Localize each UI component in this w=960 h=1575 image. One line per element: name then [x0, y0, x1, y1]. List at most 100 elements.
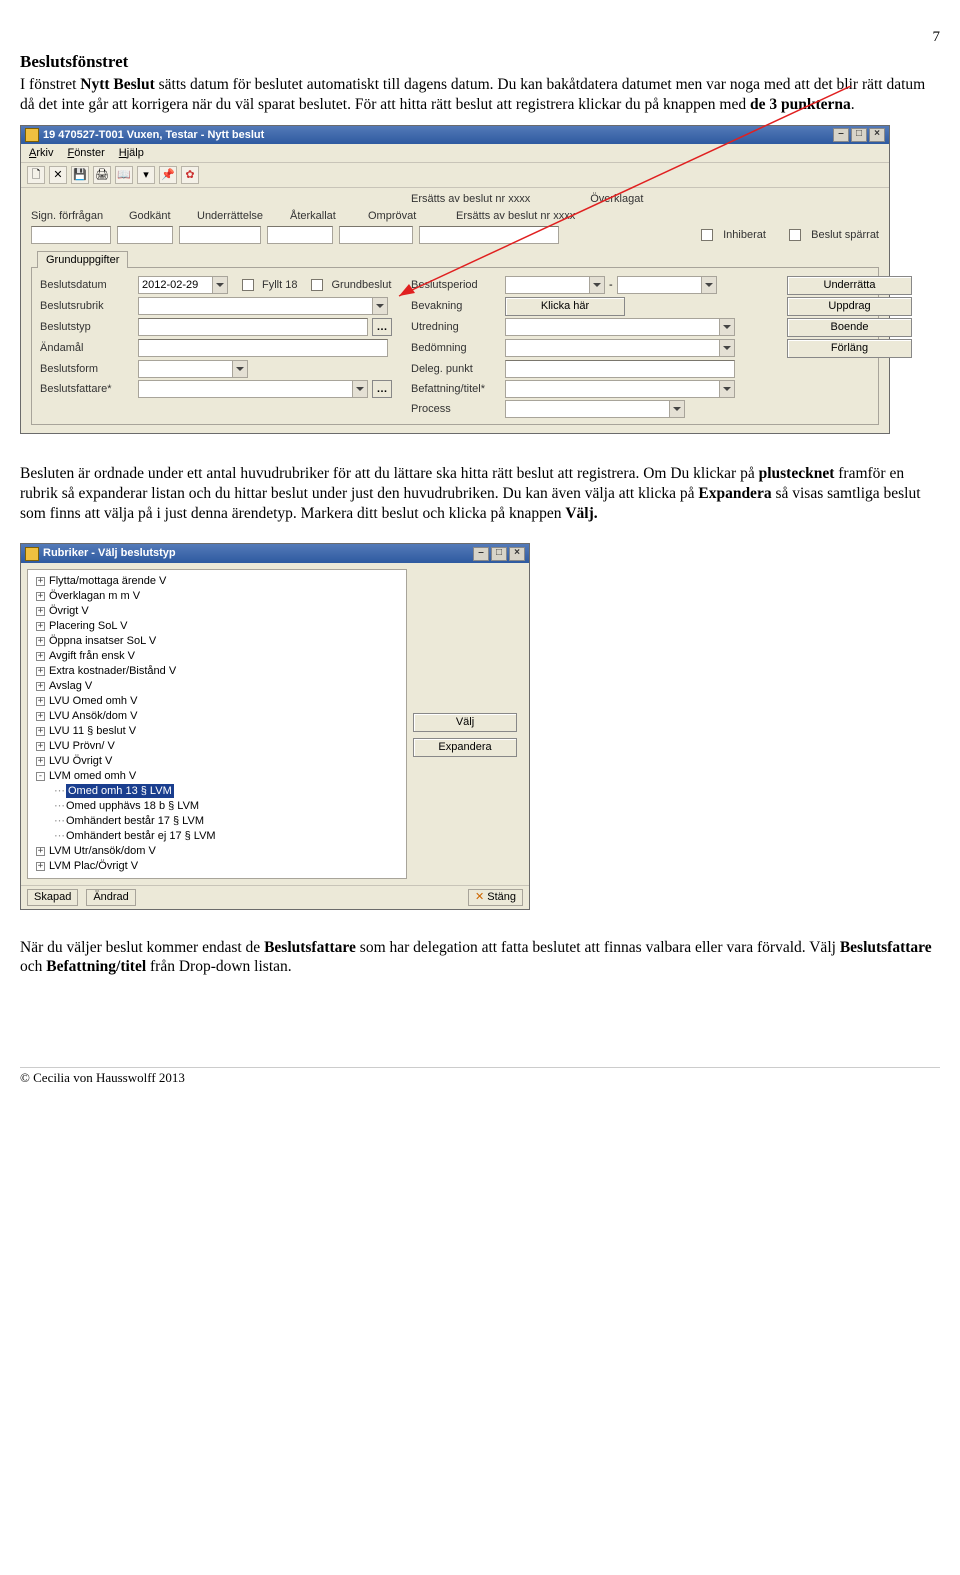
tree-node[interactable]: +Extra kostnader/Bistånd V — [34, 664, 400, 679]
input-process[interactable] — [505, 400, 685, 418]
tree-node[interactable]: +Avgift från ensk V — [34, 649, 400, 664]
lbl-beslutsfattare: Beslutsfattare* — [40, 382, 134, 396]
expand-icon[interactable]: + — [36, 847, 45, 856]
expand-icon[interactable]: + — [36, 712, 45, 721]
input-beslutsfattare[interactable] — [138, 380, 368, 398]
input-beslutstyp[interactable] — [138, 318, 368, 336]
toolbar-save-icon[interactable]: 💾 — [71, 166, 89, 184]
tree-node[interactable]: +LVU 11 § beslut V — [34, 724, 400, 739]
collapse-icon[interactable]: - — [36, 772, 45, 781]
input-andamal[interactable] — [138, 339, 388, 357]
tree-node[interactable]: +LVU Ansök/dom V — [34, 709, 400, 724]
val-beslutsdatum: 2012-02-29 — [139, 278, 212, 292]
tree-node[interactable]: +LVM Utr/ansök/dom V — [34, 844, 400, 859]
chk-inhiberat[interactable] — [701, 229, 713, 241]
lbl-beslutsperiod: Beslutsperiod — [411, 278, 501, 292]
input-aterkallat[interactable] — [267, 226, 333, 244]
p1-b2: de 3 punkterna — [750, 96, 851, 113]
expand-icon[interactable]: + — [36, 577, 45, 586]
expand-icon[interactable]: + — [36, 667, 45, 676]
input-omprovat[interactable] — [339, 226, 413, 244]
expand-icon[interactable]: + — [36, 592, 45, 601]
tree-node[interactable]: +LVU Övrigt V — [34, 754, 400, 769]
menu-arkiv[interactable]: Arkiv — [29, 146, 53, 160]
btn-stang[interactable]: ✕Stäng — [468, 889, 523, 906]
expand-icon[interactable]: + — [36, 652, 45, 661]
input-beslutsrubrik[interactable] — [138, 297, 388, 315]
maximize-button[interactable]: □ — [851, 128, 867, 142]
input-sign[interactable] — [31, 226, 111, 244]
input-godkant[interactable] — [117, 226, 173, 244]
btn-underratta[interactable]: Underrätta — [787, 276, 912, 295]
btn-uppdrag[interactable]: Uppdrag — [787, 297, 912, 316]
tree-node[interactable]: +Övrigt V — [34, 604, 400, 619]
input-utredning[interactable] — [505, 318, 735, 336]
tree-node[interactable]: +LVM Plac/Övrigt V — [34, 859, 400, 874]
toolbar-pin-icon[interactable]: 📌 — [159, 166, 177, 184]
tree-node[interactable]: +Placering SoL V — [34, 619, 400, 634]
tree-node[interactable]: + Öppna insatser SoL V — [34, 634, 400, 649]
expand-icon[interactable]: + — [36, 622, 45, 631]
expand-icon[interactable]: + — [36, 862, 45, 871]
btn-expandera[interactable]: Expandera — [413, 738, 517, 757]
expand-icon[interactable]: + — [36, 727, 45, 736]
lbl-befattning: Befattning/titel* — [411, 382, 501, 396]
expand-icon[interactable]: + — [36, 682, 45, 691]
btn-forlang[interactable]: Förläng — [787, 339, 912, 358]
toolbar-print-icon[interactable]: 🖨 — [93, 166, 111, 184]
tree-node[interactable]: ⋯Omed omh 13 § LVM — [34, 784, 400, 799]
chk-fyllt18[interactable] — [242, 279, 254, 291]
input-period-to[interactable] — [617, 276, 717, 294]
input-befattning[interactable] — [505, 380, 735, 398]
minimize-button-2[interactable]: – — [473, 547, 489, 561]
close-button[interactable]: × — [869, 128, 885, 142]
tree-node[interactable]: -LVM omed omh V — [34, 769, 400, 784]
menu-hjalp[interactable]: Hjälp — [119, 146, 144, 160]
input-bedomning[interactable] — [505, 339, 735, 357]
tree-node[interactable]: +LVU Omed omh V — [34, 694, 400, 709]
tree-node[interactable]: +Överklagan m m V — [34, 589, 400, 604]
chk-grundbeslut[interactable] — [311, 279, 323, 291]
expand-icon[interactable]: + — [36, 697, 45, 706]
lbl-beslutsdatum: Beslutsdatum — [40, 278, 134, 292]
toolbar-delete-icon[interactable]: ✕ — [49, 166, 67, 184]
status-skapad[interactable]: Skapad — [27, 889, 78, 906]
lbl-beslutsform: Beslutsform — [40, 362, 134, 376]
tree-node[interactable]: +LVU Prövn/ V — [34, 739, 400, 754]
close-button-2[interactable]: × — [509, 547, 525, 561]
form-area: Ersätts av beslut nr xxxx Överklagat Sig… — [21, 188, 889, 433]
treeview[interactable]: +Flytta/mottaga ärende V+Överklagan m m … — [27, 569, 407, 879]
window-title-2: Rubriker - Välj beslutstyp — [43, 546, 176, 560]
tab-grunduppgifter[interactable]: Grunduppgifter — [37, 251, 128, 268]
btn-klicka-har[interactable]: Klicka här — [505, 297, 625, 316]
btn-ellipsis[interactable]: … — [372, 318, 392, 336]
toolbar-down-icon[interactable]: ▾ — [137, 166, 155, 184]
input-ersatts[interactable] — [419, 226, 559, 244]
tree-node[interactable]: ⋯Omhändert består ej 17 § LVM — [34, 829, 400, 844]
tree-node[interactable]: +Flytta/mottaga ärende V — [34, 574, 400, 589]
status-andrad[interactable]: Ändrad — [86, 889, 135, 906]
input-underrattelse[interactable] — [179, 226, 261, 244]
btn-boende[interactable]: Boende — [787, 318, 912, 337]
toolbar-misc-icon[interactable]: ✿ — [181, 166, 199, 184]
maximize-button-2[interactable]: □ — [491, 547, 507, 561]
btn-ellipsis-fattare[interactable]: … — [372, 380, 392, 398]
tree-node[interactable]: ⋯Omhändert består 17 § LVM — [34, 814, 400, 829]
expand-icon[interactable]: + — [36, 742, 45, 751]
expand-icon[interactable]: + — [36, 757, 45, 766]
expand-icon[interactable]: + — [36, 607, 45, 616]
menu-fonster[interactable]: Fönster — [67, 146, 104, 160]
minimize-button[interactable]: – — [833, 128, 849, 142]
tree-node[interactable]: +Avslag V — [34, 679, 400, 694]
tree-node-label: Öppna insatser SoL V — [49, 634, 156, 648]
toolbar-new-icon[interactable]: 🗋 — [27, 166, 45, 184]
input-period-from[interactable] — [505, 276, 605, 294]
expand-icon[interactable]: + — [36, 637, 45, 646]
btn-valj[interactable]: Välj — [413, 713, 517, 732]
tree-node[interactable]: ⋯Omed upphävs 18 b § LVM — [34, 799, 400, 814]
input-deleg[interactable] — [505, 360, 735, 378]
toolbar-book-icon[interactable]: 📖 — [115, 166, 133, 184]
chk-spärrat[interactable] — [789, 229, 801, 241]
input-beslutsdatum[interactable]: 2012-02-29 — [138, 276, 228, 294]
input-beslutsform[interactable] — [138, 360, 248, 378]
